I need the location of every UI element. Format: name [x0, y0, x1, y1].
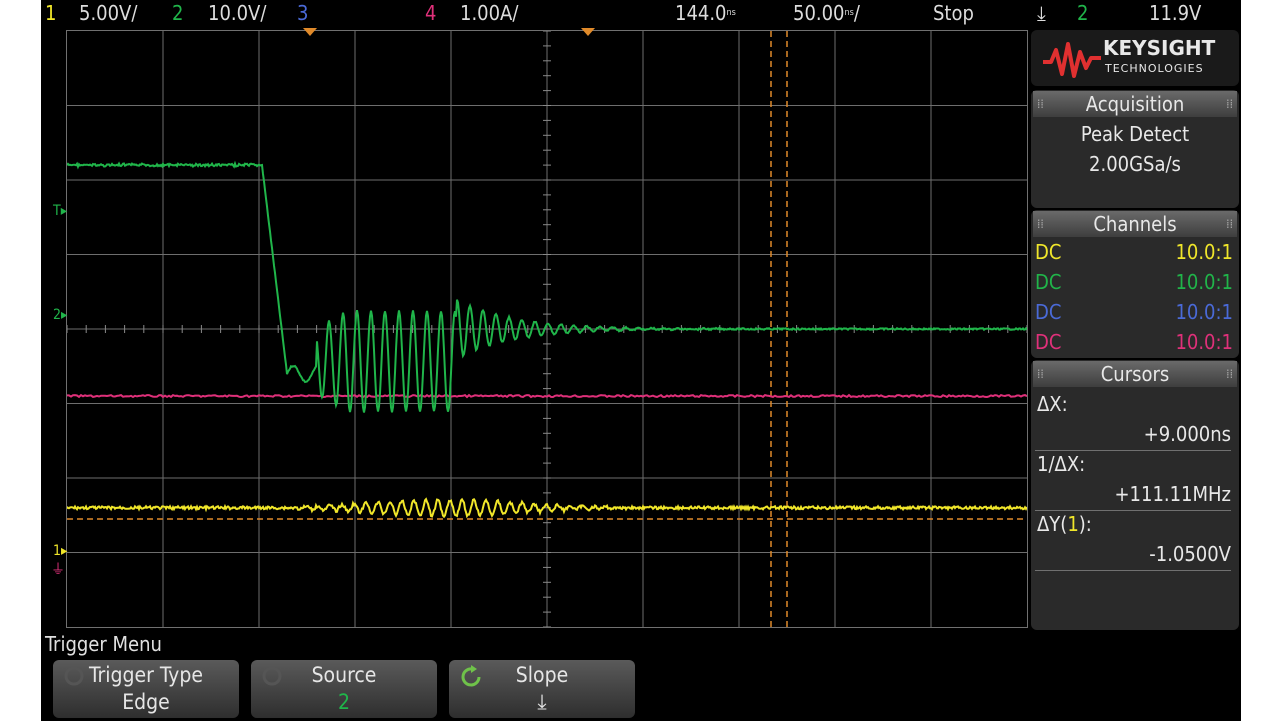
time-position[interactable]: 144.0ns	[675, 0, 736, 26]
divider	[1035, 510, 1231, 511]
ch1-number[interactable]: 1	[45, 0, 56, 26]
delta-x-value: +9.000ns	[1143, 422, 1231, 446]
ch4-ground-marker[interactable]: ⏚	[51, 559, 65, 579]
ch4-probe[interactable]: 10.0:1	[1175, 330, 1233, 354]
cursors-header[interactable]: ⁞⁞ Cursors ⁞⁞	[1033, 361, 1237, 387]
softkey-value: Edge	[122, 690, 170, 714]
divider	[1035, 570, 1231, 571]
trigger-source[interactable]: 2	[1077, 0, 1088, 26]
time-position-unit: ns	[726, 8, 736, 18]
ch4-coupling[interactable]: DC	[1035, 330, 1061, 354]
ch2-ground-marker[interactable]: 2▸	[53, 307, 67, 323]
brand-subtitle: TECHNOLOGIES	[1105, 62, 1204, 75]
delta-y-value: -1.0500V	[1149, 542, 1231, 566]
ch1-coupling[interactable]: DC	[1035, 240, 1061, 264]
ch4-number[interactable]: 4	[425, 0, 436, 26]
keysight-wave-icon	[1043, 42, 1101, 78]
trigger-marker-label: T	[53, 203, 61, 219]
time-position-value: 144.0	[675, 1, 727, 25]
inverse-delta-x-value: +111.11MHz	[1114, 482, 1231, 506]
trigger-position-marker[interactable]	[303, 28, 317, 36]
source-softkey[interactable]: Source 2	[251, 660, 437, 718]
softkey-label: Slope	[515, 663, 569, 687]
ch2-probe[interactable]: 10.0:1	[1175, 270, 1233, 294]
grip-icon: ⁞⁞	[1037, 217, 1044, 231]
ch3-probe[interactable]: 10.0:1	[1175, 300, 1233, 324]
waveform-canvas	[67, 31, 1027, 627]
timebase[interactable]: 50.00ns/	[793, 0, 860, 26]
inverse-delta-x-label: 1/ΔX:	[1037, 452, 1086, 476]
softkey-label: Source	[311, 663, 377, 687]
ch3-coupling[interactable]: DC	[1035, 300, 1061, 324]
acquisition-mode: Peak Detect	[1080, 122, 1190, 146]
softkey-label: Trigger Type	[89, 663, 203, 687]
oscilloscope-screen: 1 5.00V/ 2 10.0V/ 3 4 1.00A/ 144.0ns 50.…	[41, 0, 1241, 721]
delta-x-label: ΔX:	[1037, 392, 1068, 416]
ch1-ground-marker[interactable]: 1▸	[53, 543, 67, 559]
timebase-value: 50.00	[793, 1, 845, 25]
trigger-slope-icon: ⤓	[1037, 1, 1046, 25]
acquisition-title: Acquisition	[1085, 92, 1185, 116]
channels-title: Channels	[1093, 212, 1177, 236]
ch1-marker-label: 1	[53, 543, 62, 559]
menu-title: Trigger Menu	[45, 632, 162, 656]
delta-y-prefix: ΔY(	[1037, 512, 1068, 536]
ch1-probe[interactable]: 10.0:1	[1175, 240, 1233, 264]
waveform-display[interactable]: T▸ 2▸ 1▸ ⏚	[51, 28, 1028, 628]
delta-y-label: ΔY(1):	[1037, 512, 1092, 536]
grip-icon: ⁞⁞	[1037, 97, 1044, 111]
brand-logo: KEYSIGHT TECHNOLOGIES	[1031, 30, 1239, 86]
grip-icon: ⁞⁞	[1226, 217, 1233, 231]
ch4-scale[interactable]: 1.00A/	[460, 0, 518, 26]
ch3-number[interactable]: 3	[297, 0, 308, 26]
time-reference-marker[interactable]	[581, 28, 595, 36]
trigger-type-softkey[interactable]: Trigger Type Edge	[53, 660, 239, 718]
slope-softkey[interactable]: Slope ⤓	[449, 660, 635, 718]
timebase-suffix: /	[853, 1, 860, 25]
run-state[interactable]: Stop	[933, 0, 974, 26]
ch1-scale[interactable]: 5.00V/	[79, 0, 137, 26]
ch2-scale[interactable]: 10.0V/	[208, 0, 266, 26]
channels-header[interactable]: ⁞⁞ Channels ⁞⁞	[1033, 211, 1237, 237]
delta-y-channel: 1	[1067, 512, 1079, 536]
side-panel: KEYSIGHT TECHNOLOGIES ⁞⁞ Acquisition ⁞⁞ Pe…	[1031, 30, 1239, 630]
cursors-title: Cursors	[1100, 362, 1170, 386]
acquisition-header[interactable]: ⁞⁞ Acquisition ⁞⁞	[1033, 91, 1237, 117]
acquisition-rate: 2.00GSa/s	[1089, 152, 1181, 176]
status-bar: 1 5.00V/ 2 10.0V/ 3 4 1.00A/ 144.0ns 50.…	[41, 0, 1241, 28]
trigger-level[interactable]: 11.9V	[1149, 0, 1201, 26]
ch2-number[interactable]: 2	[172, 0, 183, 26]
grip-icon: ⁞⁞	[1037, 367, 1044, 381]
softkey-value: ⤓	[537, 690, 547, 714]
trigger-level-marker[interactable]: T▸	[53, 203, 67, 219]
delta-y-suffix: ):	[1078, 512, 1092, 536]
grip-icon: ⁞⁞	[1226, 97, 1233, 111]
timebase-unit: ns	[844, 8, 854, 18]
softkey-value: 2	[337, 690, 351, 714]
brand-name: KEYSIGHT	[1103, 36, 1216, 60]
ch2-coupling[interactable]: DC	[1035, 270, 1061, 294]
grip-icon: ⁞⁞	[1226, 367, 1233, 381]
ch2-marker-label: 2	[53, 307, 62, 323]
divider	[1035, 450, 1231, 451]
